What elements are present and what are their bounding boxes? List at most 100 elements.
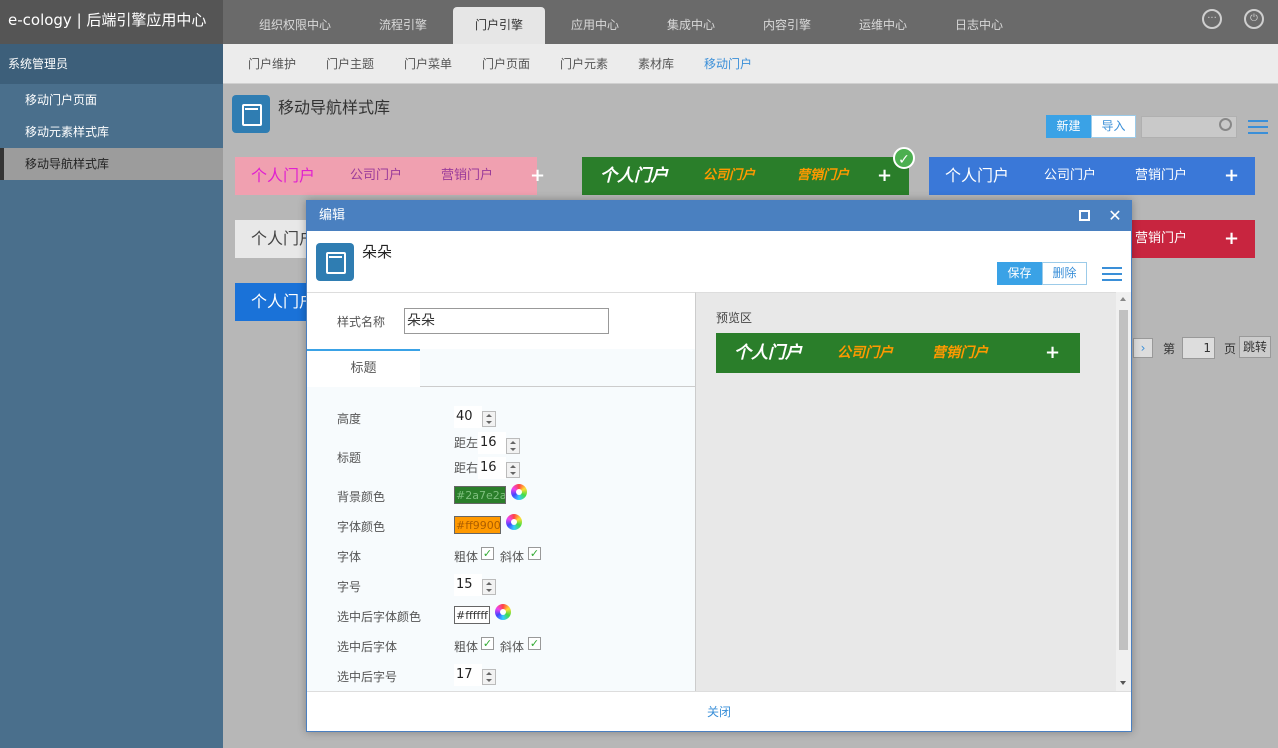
sub-tab-portal-menu[interactable]: 门户菜单 — [404, 44, 452, 84]
color-picker-icon[interactable] — [511, 484, 527, 500]
height-input[interactable]: 40 — [454, 406, 482, 428]
style-card[interactable]: 个人门户 — [235, 283, 315, 321]
style-card[interactable]: 营销门户 + — [1131, 220, 1255, 258]
sidebar-item-mobile-element-style[interactable]: 移动元素样式库 — [0, 116, 223, 148]
search-icon[interactable] — [1219, 118, 1232, 131]
style-card[interactable]: 个人门户 — [235, 220, 315, 258]
new-button[interactable]: 新建 — [1046, 115, 1091, 138]
card-tab: 公司门户 — [350, 168, 403, 183]
plus-icon: + — [530, 165, 546, 186]
top-tab-org[interactable]: 组织权限中心 — [241, 7, 349, 44]
top-bar: e-cology | 后端引擎应用中心 组织权限中心 流程引擎 门户引擎 应用中… — [0, 0, 1278, 44]
bold-checkbox[interactable]: ✓ — [481, 547, 494, 560]
pager-prefix: 第 — [1163, 342, 1176, 356]
card-tab: 营销门户 — [441, 168, 494, 183]
preview-tab: 个人门户 — [734, 343, 802, 363]
plus-icon: + — [877, 165, 893, 186]
left-input[interactable]: 16 — [478, 432, 506, 454]
style-card[interactable]: 个人门户 公司门户 营销门户 + — [929, 157, 1255, 195]
scroll-up-icon[interactable] — [1120, 297, 1126, 301]
style-card-selected[interactable]: 个人门户 公司门户 营销门户 + — [582, 157, 909, 195]
selected-color-input[interactable]: #ffffff — [454, 606, 490, 624]
sub-tab-material[interactable]: 素材库 — [638, 44, 674, 84]
dialog-style-name: 朵朵 — [362, 243, 393, 261]
dialog-list-icon[interactable] — [1102, 266, 1122, 282]
selected-size-input[interactable]: 17 — [454, 664, 482, 686]
app-brand: e-cology | 后端引擎应用中心 — [0, 0, 223, 44]
selected-bold-label: 粗体 — [454, 640, 479, 654]
sub-nav: 门户维护 门户主题 门户菜单 门户页面 门户元素 素材库 移动门户 — [223, 44, 1278, 84]
search-input[interactable] — [1141, 116, 1237, 138]
top-tab-content[interactable]: 内容引擎 — [745, 7, 829, 44]
style-card[interactable]: 个人门户 公司门户 营销门户 + — [235, 157, 545, 195]
scrollbar[interactable] — [1116, 292, 1131, 691]
left-stepper[interactable] — [506, 438, 520, 454]
selected-bold-checkbox[interactable]: ✓ — [481, 637, 494, 650]
color-picker-icon[interactable] — [495, 604, 511, 620]
close-button[interactable]: 关闭 — [307, 692, 1131, 732]
sub-tab-portal-page[interactable]: 门户页面 — [482, 44, 530, 84]
jump-button[interactable]: 跳转 — [1239, 336, 1271, 358]
sub-tab-portal-element[interactable]: 门户元素 — [560, 44, 608, 84]
italic-label: 斜体 — [500, 550, 525, 564]
tab-title[interactable]: 标题 — [307, 349, 420, 387]
dialog-footer: 关闭 — [307, 691, 1131, 731]
font-color-label: 字体颜色 — [337, 520, 386, 534]
plus-icon: + — [1224, 165, 1240, 186]
top-tab-integration[interactable]: 集成中心 — [649, 7, 733, 44]
selected-italic-label: 斜体 — [500, 640, 525, 654]
card-tab: 公司门户 — [703, 168, 756, 183]
more-icon[interactable]: ··· — [1202, 9, 1222, 29]
scrollbar-thumb[interactable] — [1119, 310, 1128, 650]
sub-tab-portal-maintain[interactable]: 门户维护 — [248, 44, 296, 84]
bold-label: 粗体 — [454, 550, 479, 564]
maximize-icon[interactable] — [1073, 201, 1095, 231]
sub-tab-portal-theme[interactable]: 门户主题 — [326, 44, 374, 84]
pager-suffix: 页 — [1224, 342, 1237, 356]
card-tab: 个人门户 — [945, 166, 1010, 185]
list-view-icon[interactable] — [1248, 119, 1268, 135]
preview-label: 预览区 — [716, 311, 753, 325]
sidebar-item-mobile-nav-style[interactable]: 移动导航样式库 — [0, 148, 223, 180]
page-number-input[interactable]: 1 — [1182, 337, 1215, 359]
sub-tab-mobile-portal[interactable]: 移动门户 — [704, 44, 752, 84]
top-tab-app[interactable]: 应用中心 — [553, 7, 637, 44]
scroll-down-icon[interactable] — [1120, 681, 1126, 685]
next-page-button[interactable]: › — [1133, 338, 1153, 358]
preview-panel: 预览区 个人门户 公司门户 营销门户 + — [696, 292, 1116, 691]
form-panel: 样式名称 朵朵 标题 高度 40 标题 距左 16 距右 16 背景颜色 #2a… — [307, 292, 696, 691]
style-name-input[interactable]: 朵朵 — [404, 308, 609, 334]
import-button[interactable]: 导入 — [1091, 115, 1136, 138]
height-stepper[interactable] — [482, 411, 496, 427]
close-icon[interactable]: ✕ — [1104, 201, 1126, 231]
left-label: 距左 — [454, 436, 479, 450]
top-tab-workflow[interactable]: 流程引擎 — [361, 7, 445, 44]
selected-size-label: 选中后字号 — [337, 670, 398, 684]
edit-dialog: 编辑 ✕ 朵朵 保存 删除 样式名称 朵朵 标题 高度 40 标题 距左 16 … — [306, 200, 1132, 732]
top-tab-portal[interactable]: 门户引擎 — [453, 7, 545, 44]
delete-button[interactable]: 删除 — [1042, 262, 1087, 285]
dialog-header: 编辑 ✕ — [307, 201, 1131, 231]
bg-color-input[interactable]: #2a7e2a — [454, 486, 506, 504]
preview-tab: 营销门户 — [932, 345, 988, 361]
font-color-input[interactable]: #ff9900 — [454, 516, 501, 534]
top-tab-log[interactable]: 日志中心 — [937, 7, 1021, 44]
style-name-label: 样式名称 — [337, 315, 386, 329]
selected-italic-checkbox[interactable]: ✓ — [528, 637, 541, 650]
right-input[interactable]: 16 — [478, 457, 506, 479]
top-tab-ops[interactable]: 运维中心 — [841, 7, 925, 44]
selected-size-stepper[interactable] — [482, 669, 496, 685]
sidebar-item-mobile-portal-page[interactable]: 移动门户页面 — [0, 84, 223, 116]
dialog-icon — [316, 243, 354, 281]
italic-checkbox[interactable]: ✓ — [528, 547, 541, 560]
size-input[interactable]: 15 — [454, 574, 482, 596]
color-picker-icon[interactable] — [506, 514, 522, 530]
card-tab: 营销门户 — [1135, 231, 1188, 246]
bg-color-label: 背景颜色 — [337, 490, 386, 504]
size-stepper[interactable] — [482, 579, 496, 595]
power-icon[interactable]: ⏻ — [1244, 9, 1264, 29]
plus-icon: + — [1224, 228, 1240, 249]
right-stepper[interactable] — [506, 462, 520, 478]
save-button[interactable]: 保存 — [997, 262, 1042, 285]
card-tab: 个人门户 — [600, 166, 668, 186]
